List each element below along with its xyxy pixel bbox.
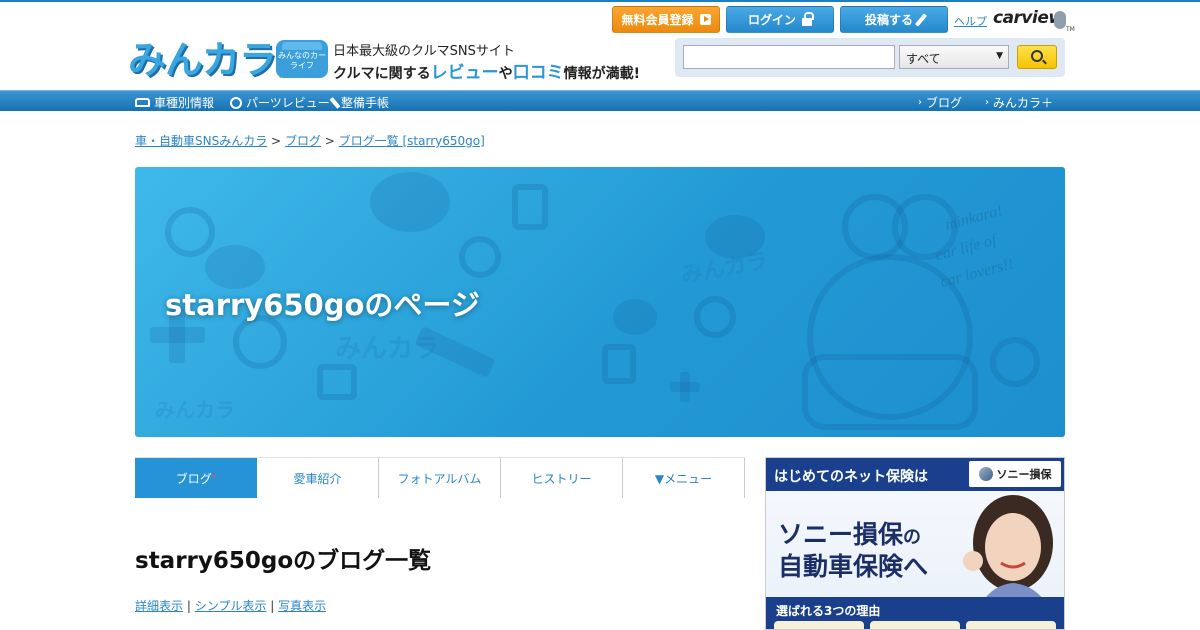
profile-tabs: ブログ * 愛車紹介 フォトアルバム ヒストリー ▼メニュー xyxy=(135,457,745,498)
ad-reasons-bar: 選ばれる3つの理由 xyxy=(766,597,1064,629)
view-photo-link[interactable]: 写真表示 xyxy=(278,599,326,613)
breadcrumb-blog[interactable]: ブログ xyxy=(285,134,321,148)
register-button[interactable]: 無料会員登録 xyxy=(612,6,720,33)
carview-tm: TM xyxy=(1066,26,1075,33)
carview-mark-icon xyxy=(1054,11,1066,29)
global-nav: 車種別情報 パーツレビュー 整備手帳 › ブログ › みんカラ＋ xyxy=(0,90,1200,111)
help-link[interactable]: ヘルプ xyxy=(954,13,987,29)
svg-text:みんカラ: みんカラ xyxy=(155,400,235,422)
tagline-secondary: クルマに関するレビューや口コミ情報が満載! xyxy=(333,63,640,83)
carview-logo[interactable]: carview xyxy=(993,8,1064,28)
ad-header: はじめてのネット保険は ソニー損保 xyxy=(766,458,1064,491)
ad-brand-logo: ソニー損保 xyxy=(969,461,1061,487)
minkara-logo[interactable]: みんカラ TM xyxy=(128,40,288,80)
car-icon xyxy=(135,98,150,107)
svg-text:car life of: car life of xyxy=(934,231,1001,264)
profile-hero-banner: みんカラ みんカラ みんカラ minkara! car life of car … xyxy=(135,167,1065,437)
tab-menu[interactable]: ▼メニュー xyxy=(623,458,745,498)
sony-sphere-icon xyxy=(978,467,993,481)
search-panel: すべて ▼ xyxy=(675,38,1065,77)
site-header: みんカラ TM みんなのカーライフ 日本最大級のクルマSNSサイト クルマに関す… xyxy=(0,2,1200,90)
dropdown-arrow-icon: ▼ xyxy=(996,51,1003,61)
nav-parts-review[interactable]: パーツレビュー xyxy=(230,94,330,111)
hero-watermark-text: minkara! car life of car lovers!! xyxy=(934,202,1016,291)
nav-maintenance[interactable]: 整備手帳 xyxy=(329,94,389,111)
svg-text:minkara!: minkara! xyxy=(943,202,1004,234)
search-input[interactable] xyxy=(683,45,895,69)
view-mode-links: 詳細表示 | シンプル表示 | 写真表示 xyxy=(135,599,327,613)
svg-text:みんカラ: みんカラ xyxy=(335,333,439,363)
nav-blog[interactable]: › ブログ xyxy=(918,94,962,111)
nav-car-info[interactable]: 車種別情報 xyxy=(135,94,214,111)
wrench-icon xyxy=(329,96,341,109)
view-simple-link[interactable]: シンプル表示 xyxy=(195,599,267,613)
breadcrumb: 車・自動車SNSみんカラ > ブログ > ブログ一覧 [starry650go] xyxy=(135,134,485,148)
pen-icon xyxy=(914,12,928,27)
search-icon xyxy=(1031,50,1043,62)
carlife-text: みんなのカーライフ xyxy=(278,51,326,70)
play-icon xyxy=(699,14,711,25)
chevron-right-icon: › xyxy=(918,97,922,108)
hero-title: starry650goのページ xyxy=(165,288,480,322)
ad-reason-tab xyxy=(966,621,1056,629)
tab-photo-album[interactable]: フォトアルバム xyxy=(379,458,501,498)
login-button[interactable]: ログイン xyxy=(726,6,834,33)
page-title: starry650goのブログ一覧 xyxy=(135,548,432,574)
chevron-right-icon: › xyxy=(985,97,989,108)
breadcrumb-blog-list[interactable]: ブログ一覧 [starry650go] xyxy=(339,134,485,148)
ad-reason-tab xyxy=(870,621,960,629)
search-button[interactable] xyxy=(1017,45,1057,69)
ad-reasons-text: 選ばれる3つの理由 xyxy=(776,604,881,618)
carlife-badge-icon: みんなのカーライフ xyxy=(276,40,328,78)
ad-top-text: はじめてのネット保険は xyxy=(774,469,928,485)
logo-text: みんカラ xyxy=(128,38,277,82)
ad-body: ソニー損保の 自動車保険へ 選ばれる3つの理由 xyxy=(766,491,1064,629)
ad-banner[interactable]: はじめてのネット保険は ソニー損保 ソニー損保の 自動車保険へ 選ばれる3つの理… xyxy=(765,457,1065,630)
new-marker: * xyxy=(211,473,217,483)
ad-headline-1: ソニー損保の xyxy=(778,520,922,549)
ad-reason-tab xyxy=(774,621,864,629)
breadcrumb-home[interactable]: 車・自動車SNSみんカラ xyxy=(135,134,267,148)
tab-blog[interactable]: ブログ * xyxy=(135,458,257,498)
tab-car-intro[interactable]: 愛車紹介 xyxy=(257,458,379,498)
view-detail-link[interactable]: 詳細表示 xyxy=(135,599,183,613)
tagline-primary: 日本最大級のクルマSNSサイト xyxy=(333,44,515,59)
ad-headline-2: 自動車保険へ xyxy=(778,552,929,581)
tab-history[interactable]: ヒストリー xyxy=(501,458,623,498)
search-category-select[interactable]: すべて ▼ xyxy=(899,45,1009,69)
post-button[interactable]: 投稿する xyxy=(840,6,948,33)
search-category-value: すべて xyxy=(906,52,941,66)
nav-minkara-plus[interactable]: › みんカラ＋ xyxy=(985,94,1053,111)
lock-icon xyxy=(802,11,814,26)
gear-icon xyxy=(230,96,242,109)
